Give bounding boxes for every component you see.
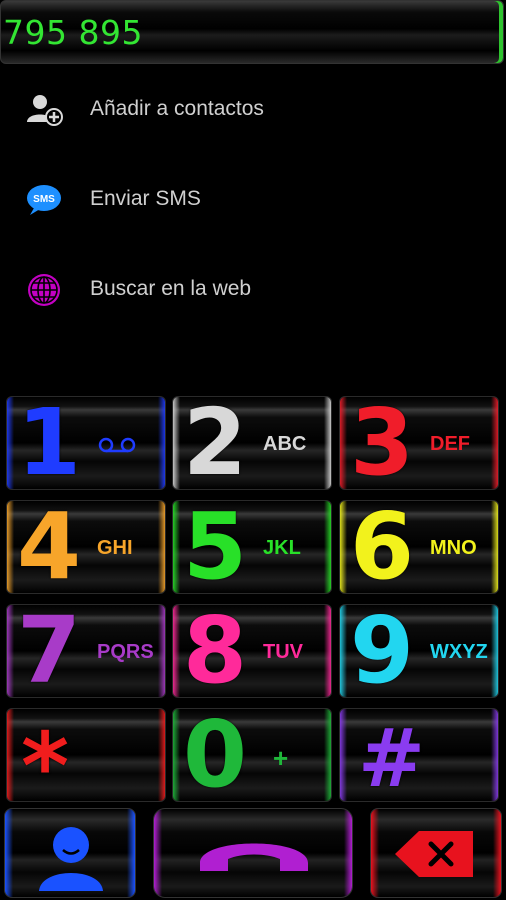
key-6-letters: MNO (430, 537, 477, 559)
voicemail-icon (98, 437, 136, 453)
key-9-letters: WXYZ (430, 641, 488, 663)
number-display[interactable]: 795 895 (0, 0, 504, 64)
dialed-number: 795 895 (3, 13, 143, 52)
key-hash[interactable]: # (339, 708, 499, 802)
key-2[interactable]: 2 ABC (172, 396, 332, 490)
search-web-action[interactable]: Buscar en la web (0, 255, 506, 325)
add-to-contacts-label: Añadir a contactos (90, 97, 264, 120)
key-8[interactable]: 8 TUV (172, 604, 332, 698)
delete-button[interactable] (370, 808, 502, 898)
key-7-digit: 7 (17, 604, 82, 698)
contacts-button[interactable] (4, 808, 136, 898)
key-0-letters: + (273, 743, 289, 773)
key-6-digit: 6 (350, 500, 415, 594)
sms-icon-text: SMS (33, 194, 55, 205)
key-7-letters: PQRS (97, 641, 154, 663)
sms-icon: SMS (27, 185, 61, 215)
key-5[interactable]: 5 JKL (172, 500, 332, 594)
key-3-letters: DEF (430, 433, 470, 455)
globe-icon (28, 274, 60, 306)
key-0[interactable]: 0 + (172, 708, 332, 802)
key-4-letters: GHI (97, 537, 133, 559)
key-5-letters: JKL (263, 537, 301, 559)
key-3[interactable]: 3 DEF (339, 396, 499, 490)
backspace-icon (395, 831, 473, 877)
key-0-digit: 0 (183, 708, 248, 802)
key-9[interactable]: 9 WXYZ (339, 604, 499, 698)
add-to-contacts-action[interactable]: Añadir a contactos (0, 75, 506, 145)
call-handset-icon (200, 843, 308, 871)
key-2-letters: ABC (263, 433, 307, 455)
send-sms-action[interactable]: SMS Enviar SMS (0, 165, 506, 235)
key-6[interactable]: 6 MNO (339, 500, 499, 594)
search-web-label: Buscar en la web (90, 277, 252, 300)
key-hash-digit: # (358, 712, 426, 802)
key-4-digit: 4 (17, 500, 82, 594)
key-8-letters: TUV (263, 641, 303, 663)
contact-person-icon (39, 827, 103, 891)
key-5-digit: 5 (183, 500, 248, 594)
key-star-digit: * (21, 713, 70, 802)
key-3-digit: 3 (350, 396, 415, 490)
key-1-digit: 1 (17, 396, 82, 490)
call-button[interactable] (153, 808, 353, 898)
add-contact-icon (27, 95, 63, 126)
key-8-digit: 8 (183, 604, 248, 698)
key-9-digit: 9 (350, 604, 415, 698)
key-7[interactable]: 7 PQRS (6, 604, 166, 698)
send-sms-label: Enviar SMS (90, 187, 201, 210)
key-1[interactable]: 1 (6, 396, 166, 490)
key-2-digit: 2 (183, 396, 248, 490)
key-4[interactable]: 4 GHI (6, 500, 166, 594)
key-star[interactable]: * (6, 708, 166, 802)
